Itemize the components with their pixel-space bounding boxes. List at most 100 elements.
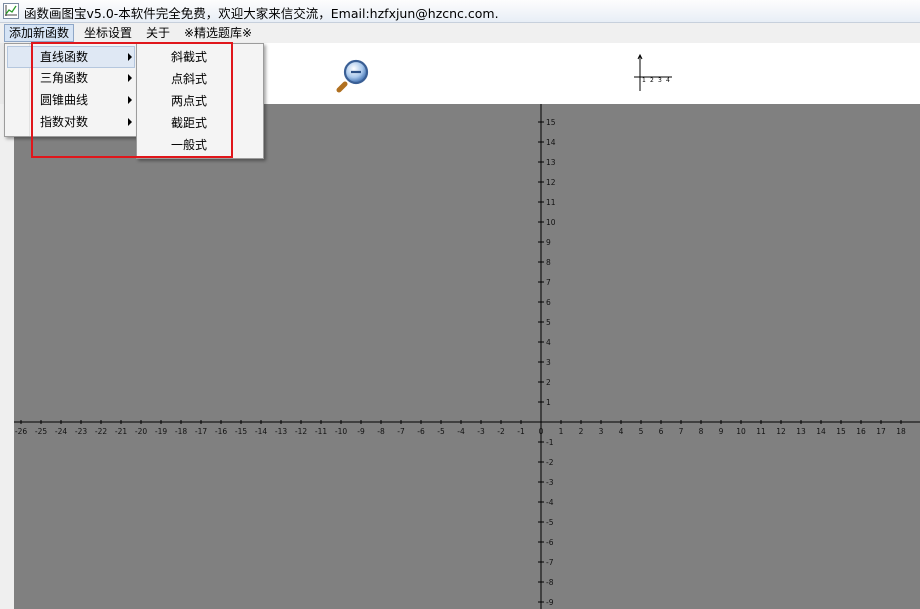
x-tick-label: -14 xyxy=(255,427,267,436)
x-tick-label: -18 xyxy=(175,427,187,436)
x-tick-label: 6 xyxy=(659,427,664,436)
y-tick-label: -5 xyxy=(546,518,554,527)
x-tick-label: 17 xyxy=(876,427,886,436)
svg-text:1: 1 xyxy=(642,77,646,84)
menu-item-exp-log[interactable]: 指数对数 xyxy=(7,112,133,132)
x-tick-label: -1 xyxy=(517,427,525,436)
x-tick-label: -17 xyxy=(195,427,207,436)
menu-item-linear[interactable]: 直线函数 xyxy=(7,46,135,68)
submenu-item-intercept[interactable]: 截距式 xyxy=(171,113,207,133)
y-tick-label: -4 xyxy=(546,498,554,507)
add-function-dropdown: 直线函数 三角函数 圆锥曲线 指数对数 xyxy=(4,43,138,137)
x-tick-label: 0 xyxy=(539,427,544,436)
submenu-item-point-slope[interactable]: 点斜式 xyxy=(171,69,207,89)
submenu-item-general[interactable]: 一般式 xyxy=(171,135,207,155)
y-tick-label: -8 xyxy=(546,578,554,587)
x-tick-label: -24 xyxy=(55,427,67,436)
x-tick-label: 16 xyxy=(856,427,866,436)
window-title: 函数画图宝v5.0-本软件完全免费，欢迎大家来信交流，Email:hzfxjun… xyxy=(24,6,499,21)
submenu-item-two-point[interactable]: 两点式 xyxy=(171,91,207,111)
y-tick-label: -1 xyxy=(546,438,554,447)
x-tick-label: 7 xyxy=(679,427,684,436)
x-tick-label: -12 xyxy=(295,427,307,436)
x-tick-label: -26 xyxy=(15,427,27,436)
menu-item-trig[interactable]: 三角函数 xyxy=(7,68,133,88)
x-tick-label: -19 xyxy=(155,427,167,436)
x-tick-label: 1 xyxy=(559,427,564,436)
x-tick-label: 8 xyxy=(699,427,704,436)
submenu-item-slope-intercept[interactable]: 斜截式 xyxy=(171,47,207,67)
submenu-arrow-icon xyxy=(128,53,132,61)
title-bar: 函数画图宝v5.0-本软件完全免费，欢迎大家来信交流，Email:hzfxjun… xyxy=(0,0,920,23)
x-tick-label: -5 xyxy=(437,427,445,436)
x-tick-label: -9 xyxy=(357,427,365,436)
y-tick-label: 10 xyxy=(546,218,556,227)
y-tick-label: 11 xyxy=(546,198,556,207)
x-tick-label: 11 xyxy=(756,427,766,436)
submenu-arrow-icon xyxy=(128,74,132,82)
y-tick-label: 1 xyxy=(546,398,551,407)
svg-text:2: 2 xyxy=(650,77,654,84)
y-tick-label: -3 xyxy=(546,478,554,487)
coordinate-plane: -26 -25 -24 -23 -22 -21 -20 -19 -18 -17 -16 -15 -14-… xyxy=(14,104,920,609)
y-tick-label: -7 xyxy=(546,558,554,567)
x-tick-label: 4 xyxy=(619,427,624,436)
y-tick-label: -6 xyxy=(546,538,554,547)
x-tick-label: 15 xyxy=(836,427,846,436)
x-tick-label: 18 xyxy=(896,427,906,436)
menu-item-label: 三角函数 xyxy=(40,71,89,85)
axes-icon[interactable]: 1 2 3 4 xyxy=(630,53,674,93)
x-tick-label: -11 xyxy=(315,427,327,436)
x-tick-label: 13 xyxy=(796,427,806,436)
x-tick-label: -6 xyxy=(417,427,425,436)
y-tick-label: 7 xyxy=(546,278,551,287)
y-tick-label: 14 xyxy=(546,138,556,147)
linear-submenu: 斜截式 点斜式 两点式 截距式 一般式 xyxy=(136,43,264,159)
menu-axis-settings[interactable]: 坐标设置 xyxy=(80,25,136,41)
x-tick-label: -8 xyxy=(377,427,385,436)
y-tick-label: 6 xyxy=(546,298,551,307)
x-tick-label: -13 xyxy=(275,427,287,436)
chart-app-icon xyxy=(3,3,19,19)
y-tick-label: 13 xyxy=(546,158,556,167)
x-tick-label: -25 xyxy=(35,427,47,436)
x-tick-label: -22 xyxy=(95,427,107,436)
y-tick-label: 15 xyxy=(546,118,556,127)
x-tick-label: -7 xyxy=(397,427,405,436)
x-tick-label: -2 xyxy=(497,427,505,436)
x-tick-label: 12 xyxy=(776,427,786,436)
x-tick-label: -15 xyxy=(235,427,247,436)
menu-item-conic[interactable]: 圆锥曲线 xyxy=(7,90,133,110)
menu-about[interactable]: 关于 xyxy=(142,25,174,41)
y-tick-label: 3 xyxy=(546,358,551,367)
x-tick-label: 14 xyxy=(816,427,826,436)
x-tick-label: -16 xyxy=(215,427,227,436)
submenu-arrow-icon xyxy=(128,96,132,104)
menu-question-bank[interactable]: ※精选题库※ xyxy=(180,25,256,41)
x-tick-label: 2 xyxy=(579,427,584,436)
magnifier-icon[interactable] xyxy=(336,57,372,93)
x-tick-label: 9 xyxy=(719,427,724,436)
y-tick-label: 2 xyxy=(546,378,551,387)
side-bar xyxy=(0,104,15,609)
x-tick-label: 10 xyxy=(736,427,746,436)
y-tick-label: 12 xyxy=(546,178,556,187)
x-tick-label: -23 xyxy=(75,427,87,436)
menu-item-label: 指数对数 xyxy=(40,115,89,129)
menu-bar: 添加新函数 坐标设置 关于 ※精选题库※ xyxy=(0,23,920,44)
x-tick-label: 5 xyxy=(639,427,644,436)
graph-canvas[interactable]: -26 -25 -24 -23 -22 -21 -20 -19 -18 -17 -16 -15 -14-… xyxy=(14,104,920,609)
y-tick-label: -2 xyxy=(546,458,554,467)
y-tick-label: -9 xyxy=(546,598,554,607)
menu-add-function[interactable]: 添加新函数 xyxy=(4,24,75,42)
x-tick-label: -10 xyxy=(335,427,347,436)
menu-item-label: 圆锥曲线 xyxy=(40,93,89,107)
svg-text:3: 3 xyxy=(658,77,662,84)
x-tick-label: -20 xyxy=(135,427,147,436)
submenu-arrow-icon xyxy=(128,118,132,126)
y-tick-label: 5 xyxy=(546,318,551,327)
x-tick-label: 3 xyxy=(599,427,604,436)
x-tick-label: -21 xyxy=(115,427,127,436)
y-tick-label: 8 xyxy=(546,258,551,267)
y-tick-label: 4 xyxy=(546,338,551,347)
